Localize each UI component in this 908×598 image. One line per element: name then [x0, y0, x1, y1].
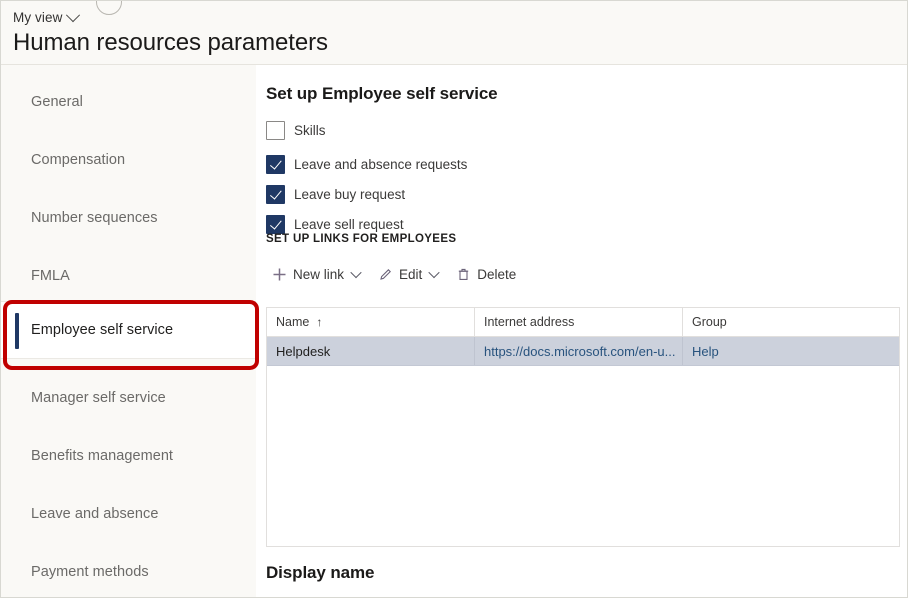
sidebar-item-label: Number sequences [31, 210, 158, 226]
checkbox-leave-buy-request[interactable] [266, 184, 285, 204]
sidebar-item-label: Leave and absence [31, 506, 159, 522]
checkbox-leave-and-absence-requests[interactable] [266, 154, 285, 174]
sidebar-item-leave-and-absence[interactable]: Leave and absence [1, 485, 256, 543]
plus-icon [272, 267, 287, 282]
clipped-circle-icon [96, 1, 122, 15]
group-header: SET UP LINKS FOR EMPLOYEES [266, 233, 457, 245]
checkbox-leave-sell-request[interactable] [266, 214, 285, 234]
checkbox-row-skills[interactable]: Skills [266, 119, 326, 141]
sidebar-nav: General Compensation Number sequences FM… [1, 65, 256, 597]
checkbox-row-leave-buy-request[interactable]: Leave buy request [266, 183, 405, 205]
selected-accent-bar [15, 313, 19, 349]
column-header-label: Internet address [484, 315, 575, 329]
new-link-label: New link [293, 266, 345, 282]
main-content: Set up Employee self service Skills Leav… [256, 65, 907, 597]
page-header: My view Human resources parameters [1, 1, 907, 65]
sidebar-item-label: Compensation [31, 152, 126, 168]
column-header-group[interactable]: Group [683, 308, 899, 336]
sidebar-item-label: General [31, 94, 83, 110]
new-link-button[interactable]: New link [264, 263, 368, 286]
chevron-down-icon [350, 266, 362, 279]
column-header-name[interactable]: Name ↑ [267, 308, 475, 336]
delete-label: Delete [477, 266, 517, 282]
sidebar-item-benefits-management[interactable]: Benefits management [1, 427, 256, 485]
cell-name[interactable]: Helpdesk [267, 337, 475, 365]
trash-icon [456, 267, 471, 282]
sidebar-item-label: Benefits management [31, 448, 174, 464]
view-selector[interactable]: My view [13, 7, 81, 25]
sidebar-item-compensation[interactable]: Compensation [1, 131, 256, 189]
sort-ascending-icon: ↑ [316, 315, 323, 329]
sidebar-item-label: FMLA [31, 268, 70, 284]
cell-group[interactable]: Help [683, 337, 899, 365]
chevron-down-icon [66, 7, 81, 22]
sidebar-item-label: Payment methods [31, 564, 149, 580]
sidebar-item-general[interactable]: General [1, 73, 256, 131]
sidebar-item-payment-methods[interactable]: Payment methods [1, 543, 256, 597]
edit-button[interactable]: Edit [370, 263, 446, 286]
grid-toolbar: New link Edit Delete [264, 260, 524, 288]
pencil-icon [378, 267, 393, 282]
sidebar-item-label: Manager self service [31, 390, 166, 406]
section-title: Set up Employee self service [266, 84, 498, 103]
edit-label: Edit [399, 266, 423, 282]
column-header-internet-address[interactable]: Internet address [475, 308, 683, 336]
delete-button[interactable]: Delete [448, 263, 524, 286]
checkbox-skills[interactable] [266, 120, 285, 140]
links-grid: Name ↑ Internet address Group Helpdesk h… [266, 307, 900, 547]
sidebar-item-employee-self-service[interactable]: Employee self service [1, 301, 256, 359]
checkbox-label: Leave sell request [294, 216, 404, 232]
column-header-label: Name [276, 315, 310, 329]
column-header-label: Group [692, 315, 727, 329]
checkbox-label: Skills [294, 122, 326, 138]
view-selector-label: My view [13, 10, 63, 25]
display-name-heading: Display name [266, 563, 375, 582]
checkbox-row-leave-and-absence-requests[interactable]: Leave and absence requests [266, 153, 467, 175]
chevron-down-icon [428, 266, 440, 279]
sidebar-item-manager-self-service[interactable]: Manager self service [1, 369, 256, 427]
cell-internet-address[interactable]: https://docs.microsoft.com/en-u... [475, 337, 683, 365]
sidebar-item-number-sequences[interactable]: Number sequences [1, 189, 256, 247]
checkbox-label: Leave and absence requests [294, 156, 468, 172]
page-title: Human resources parameters [13, 29, 328, 56]
table-row[interactable]: Helpdesk https://docs.microsoft.com/en-u… [267, 337, 899, 366]
app-window: My view Human resources parameters Gener… [0, 0, 908, 598]
sidebar-item-fmla[interactable]: FMLA [1, 247, 256, 305]
checkbox-label: Leave buy request [294, 186, 406, 202]
sidebar-item-label: Employee self service [31, 322, 174, 338]
grid-header-row: Name ↑ Internet address Group [267, 308, 899, 337]
checkbox-row-leave-sell-request[interactable]: Leave sell request [266, 213, 404, 235]
